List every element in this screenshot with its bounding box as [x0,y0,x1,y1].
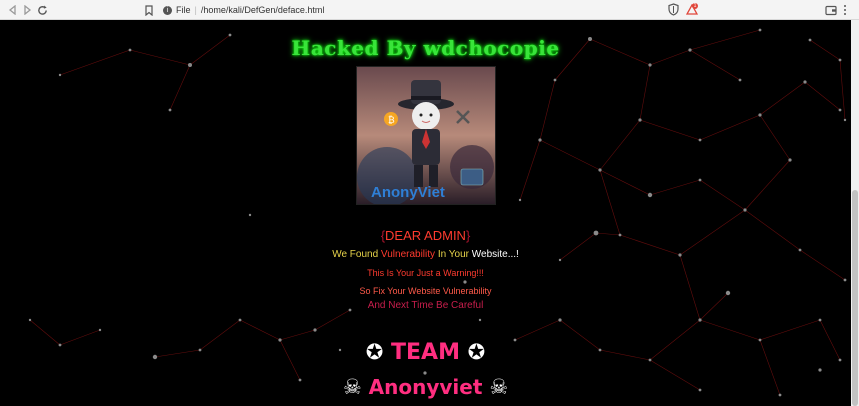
back-icon[interactable] [6,3,20,17]
divider: | [194,5,197,15]
reload-icon[interactable] [35,3,49,17]
address-bar[interactable]: i File | /home/kali/DefGen/deface.html [163,2,723,18]
page-content: Hacked By wdchocopie ₿ AnonyViet {DEAR A… [0,20,851,406]
bookmark-icon[interactable] [142,3,156,17]
wallet-icon[interactable] [825,3,837,21]
page-scrollbar[interactable] [851,20,859,406]
skull-icon: ☠ [489,375,509,399]
url-text[interactable]: /home/kali/DefGen/deface.html [201,5,325,15]
info-icon[interactable]: i [163,5,172,15]
image-caption: AnonyViet [371,184,445,201]
star-icon: ✪ [365,340,384,364]
team-heading: ✪ TEAM ✪ [365,340,486,365]
menu-icon[interactable] [843,3,847,21]
browser-toolbar: i File | /home/kali/DefGen/deface.html 1 [0,0,859,20]
notification-badge: 1 [692,3,698,9]
page-title: Hacked By wdchocopie [291,36,560,60]
fix-text: So Fix Your Website Vulnerability [359,286,492,296]
warning-text: This Is Your Just a Warning!!! [367,268,484,278]
dear-admin-heading: {DEAR ADMIN} [380,228,471,243]
careful-text: And Next Time Be Careful [367,300,484,311]
forward-icon[interactable] [20,3,34,17]
team-name: ☠ Anonyviet ☠ [342,375,509,399]
scrollbar-thumb[interactable] [852,190,858,406]
avatar-image: ₿ AnonyViet [356,66,496,205]
shield-icon[interactable] [668,3,679,21]
vulnerability-message: We Found Vulnerability In Your Website..… [332,249,519,260]
svg-text:₿: ₿ [388,115,395,126]
star-icon: ✪ [467,340,486,364]
skull-icon: ☠ [342,375,362,399]
file-label: File [176,5,191,15]
